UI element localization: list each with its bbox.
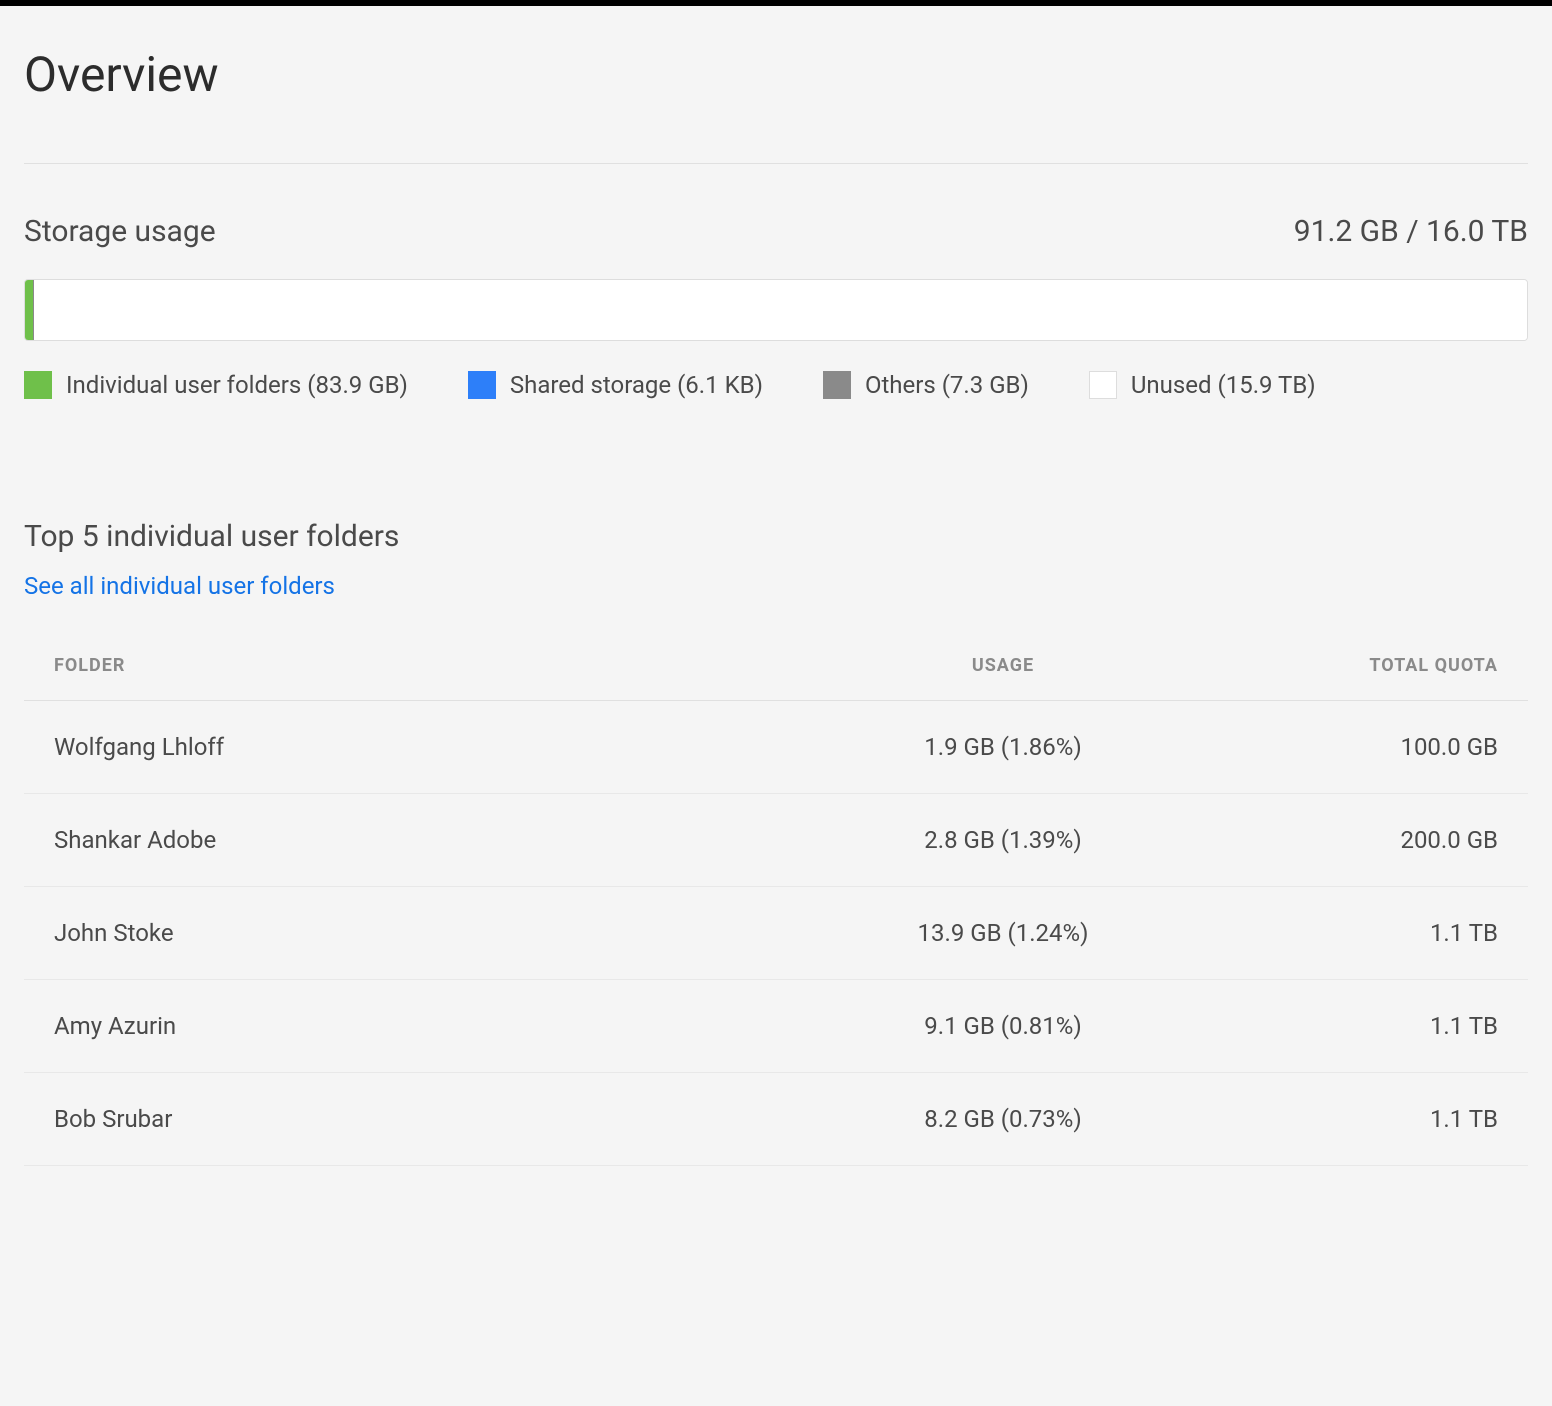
legend-swatch-icon (823, 371, 851, 399)
cell-folder: John Stoke (54, 919, 788, 947)
cell-quota: 1.1 TB (1218, 1012, 1498, 1040)
table-row[interactable]: Wolfgang Lhloff1.9 GB (1.86%)100.0 GB (24, 701, 1528, 794)
cell-quota: 1.1 TB (1218, 919, 1498, 947)
legend-item: Individual user folders (83.9 GB) (24, 371, 408, 399)
table-row[interactable]: John Stoke13.9 GB (1.24%)1.1 TB (24, 887, 1528, 980)
cell-usage: 9.1 GB (0.81%) (788, 1012, 1218, 1040)
cell-usage: 1.9 GB (1.86%) (788, 733, 1218, 761)
section-divider (24, 163, 1528, 164)
legend-swatch-icon (468, 371, 496, 399)
page-title: Overview (24, 46, 1528, 103)
table-row[interactable]: Shankar Adobe2.8 GB (1.39%)200.0 GB (24, 794, 1528, 887)
cell-folder: Wolfgang Lhloff (54, 733, 788, 761)
table-row[interactable]: Bob Srubar8.2 GB (0.73%)1.1 TB (24, 1073, 1528, 1166)
storage-usage-summary: 91.2 GB / 16.0 TB (1294, 214, 1528, 249)
top-folders-table: FOLDER USAGE TOTAL QUOTA Wolfgang Lhloff… (24, 655, 1528, 1166)
legend-label: Others (7.3 GB) (865, 371, 1029, 399)
cell-quota: 200.0 GB (1218, 826, 1498, 854)
column-header-quota[interactable]: TOTAL QUOTA (1218, 655, 1498, 676)
legend-swatch-icon (24, 371, 52, 399)
cell-folder: Shankar Adobe (54, 826, 788, 854)
see-all-folders-link[interactable]: See all individual user folders (24, 572, 335, 600)
legend-item: Shared storage (6.1 KB) (468, 371, 763, 399)
storage-legend: Individual user folders (83.9 GB) Shared … (24, 371, 1528, 399)
progress-segment (34, 280, 1527, 340)
cell-usage: 13.9 GB (1.24%) (788, 919, 1218, 947)
table-row[interactable]: Amy Azurin9.1 GB (0.81%)1.1 TB (24, 980, 1528, 1073)
cell-usage: 8.2 GB (0.73%) (788, 1105, 1218, 1133)
legend-label: Unused (15.9 TB) (1131, 371, 1316, 399)
cell-usage: 2.8 GB (1.39%) (788, 826, 1218, 854)
cell-quota: 1.1 TB (1218, 1105, 1498, 1133)
legend-item: Unused (15.9 TB) (1089, 371, 1316, 399)
cell-folder: Bob Srubar (54, 1105, 788, 1133)
progress-segment (25, 280, 33, 340)
cell-quota: 100.0 GB (1218, 733, 1498, 761)
storage-progress-bar (24, 279, 1528, 341)
storage-usage-label: Storage usage (24, 214, 216, 249)
cell-folder: Amy Azurin (54, 1012, 788, 1040)
legend-swatch-icon (1089, 371, 1117, 399)
column-header-usage[interactable]: USAGE (788, 655, 1218, 676)
table-header: FOLDER USAGE TOTAL QUOTA (24, 655, 1528, 701)
top-folders-title: Top 5 individual user folders (24, 519, 1528, 554)
legend-label: Shared storage (6.1 KB) (510, 371, 763, 399)
column-header-folder[interactable]: FOLDER (54, 655, 788, 676)
legend-label: Individual user folders (83.9 GB) (66, 371, 408, 399)
legend-item: Others (7.3 GB) (823, 371, 1029, 399)
